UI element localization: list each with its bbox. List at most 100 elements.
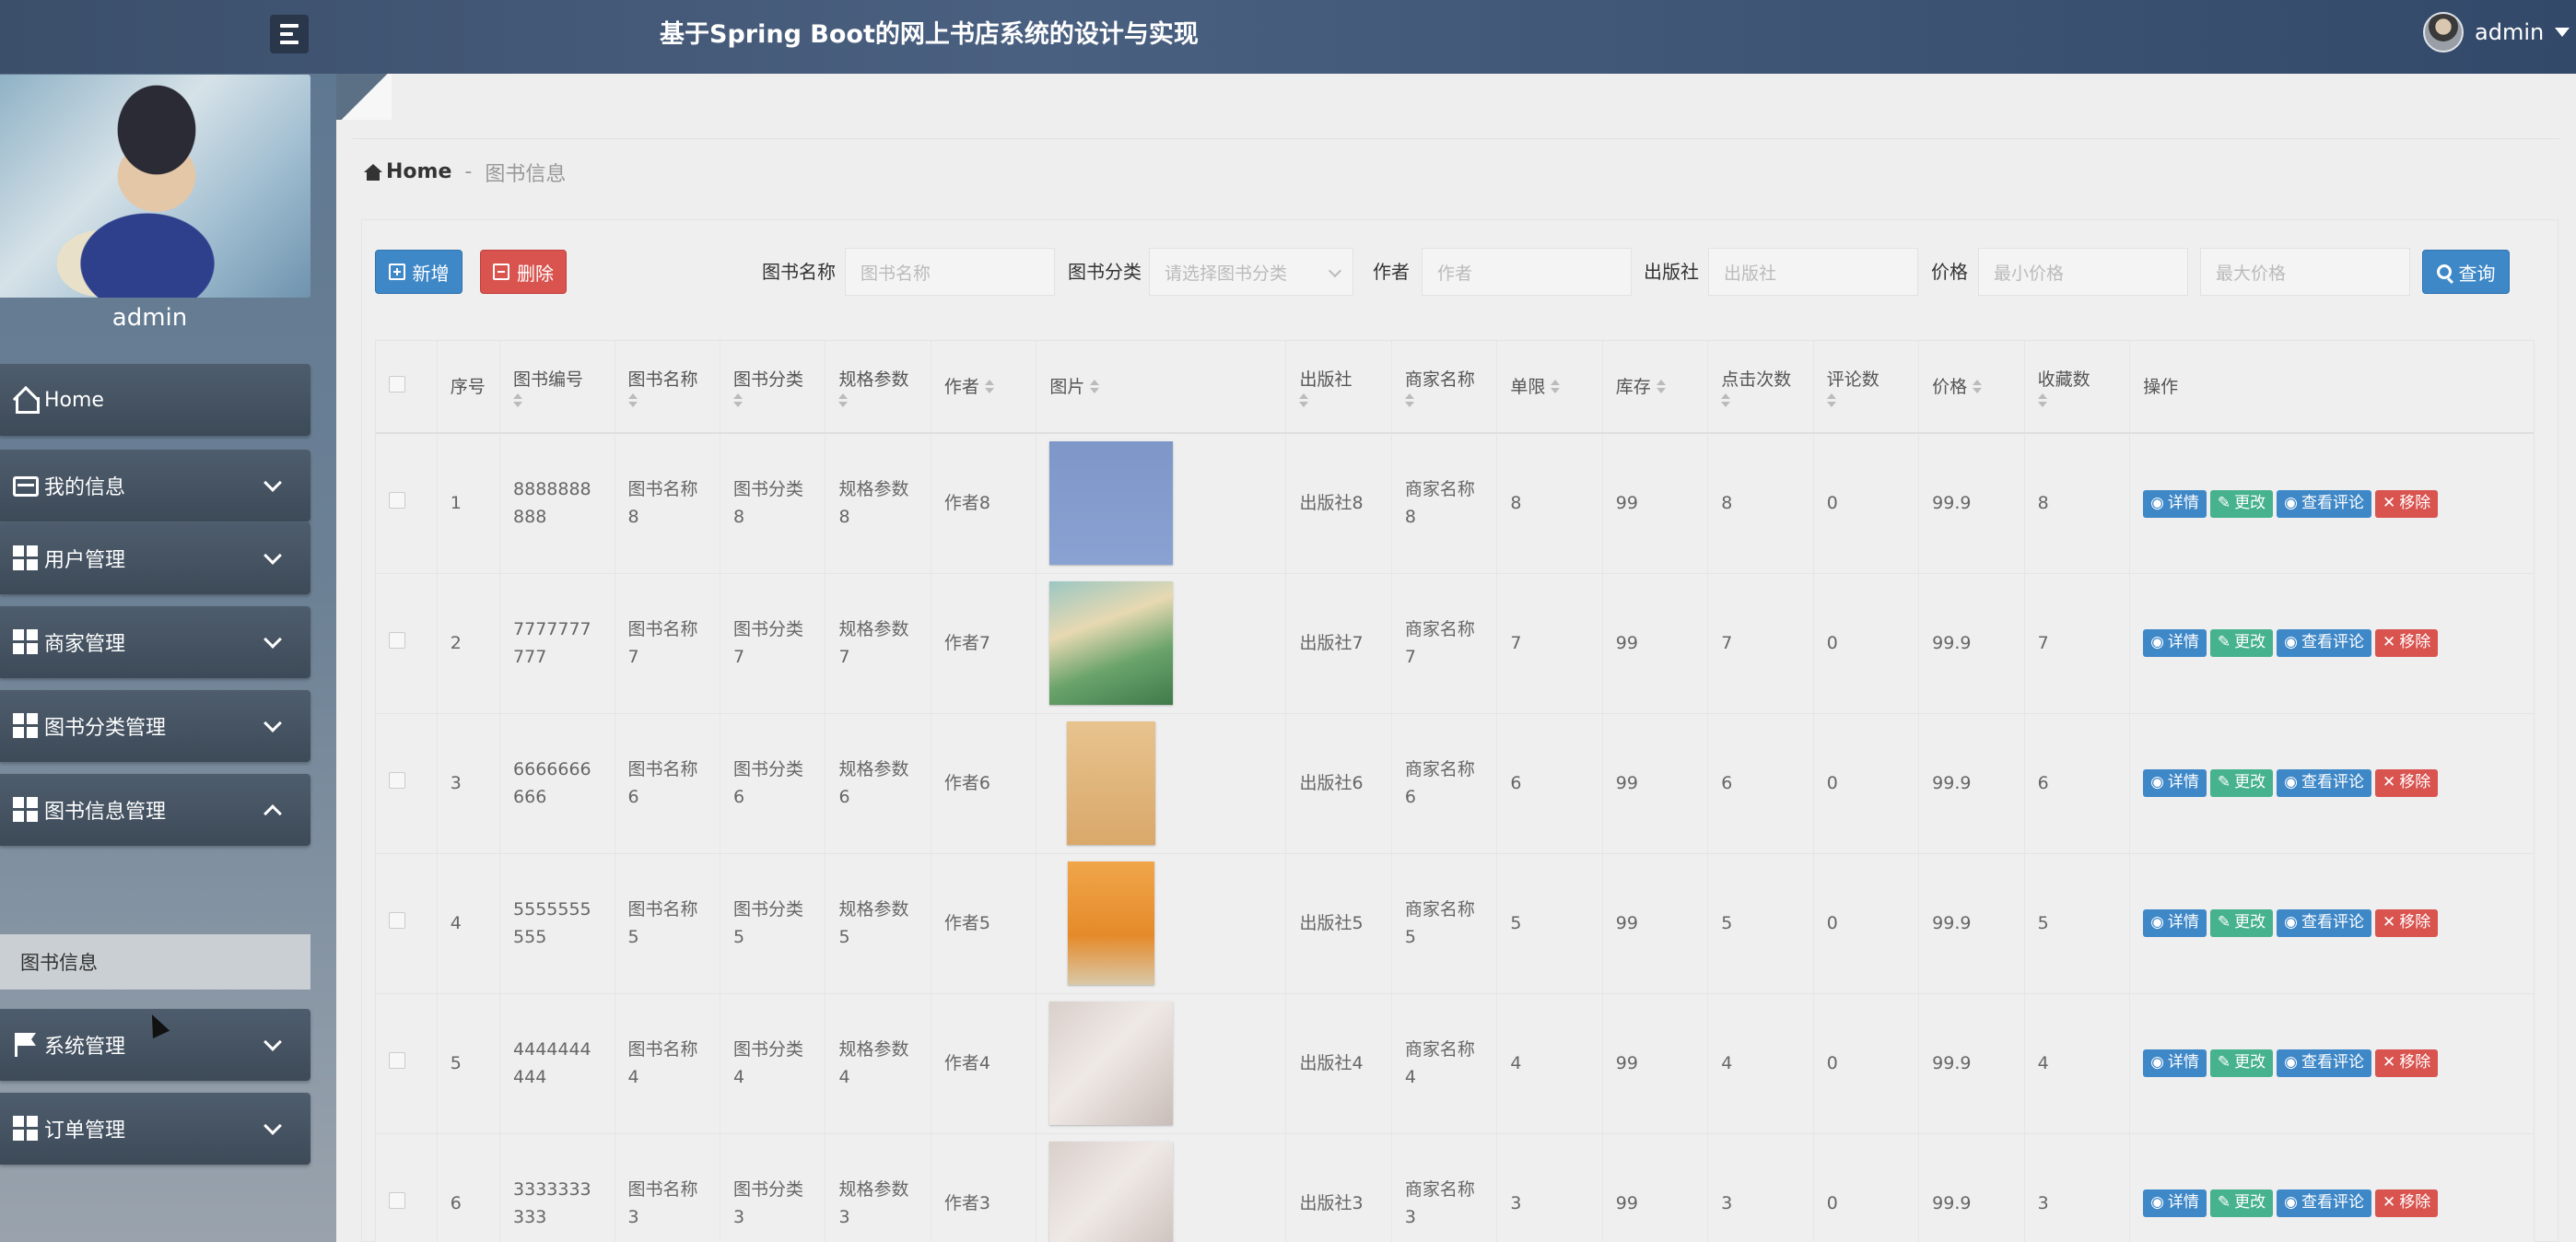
remove-button[interactable]: ✕ 移除 (2375, 909, 2439, 938)
remove-button[interactable]: ✕ 移除 (2375, 1049, 2439, 1078)
cell-select[interactable] (376, 993, 438, 1134)
grid-icon (13, 1116, 39, 1142)
sort-icon[interactable] (1551, 380, 1561, 394)
cell-select[interactable] (376, 573, 438, 714)
author-input[interactable]: 作者 (1422, 248, 1632, 296)
header-spec[interactable]: 规格参数 (825, 341, 931, 434)
header-clicks[interactable]: 点击次数 (1707, 341, 1814, 434)
remove-button[interactable]: ✕ 移除 (2375, 629, 2439, 658)
sort-icon[interactable] (732, 393, 743, 408)
edit-button[interactable]: ✎ 更改 (2209, 489, 2274, 518)
sort-icon[interactable] (1090, 380, 1100, 394)
sort-icon[interactable] (1656, 380, 1666, 394)
cell-spec: 规格参数5 (825, 853, 931, 994)
delete-button[interactable]: 删除 (480, 250, 567, 294)
checkbox[interactable] (389, 1192, 405, 1209)
avatar[interactable] (2423, 12, 2464, 53)
book-category-select[interactable]: 请选择图书分类 (1149, 248, 1353, 296)
view-comments-button[interactable]: ◉ 查看评论 (2277, 629, 2371, 658)
book-cover-image[interactable] (1067, 721, 1156, 845)
edit-button[interactable]: ✎ 更改 (2209, 1049, 2274, 1078)
sidebar-item-home[interactable]: Home (0, 364, 310, 436)
header-category[interactable]: 图书分类 (720, 341, 826, 434)
sidebar-item-my-info[interactable]: 我的信息 (0, 450, 310, 521)
cell-select[interactable] (376, 433, 438, 574)
checkbox[interactable] (389, 632, 405, 649)
book-cover-image[interactable] (1049, 441, 1174, 566)
user-name[interactable]: admin (2475, 19, 2544, 45)
view-comments-button[interactable]: ◉ 查看评论 (2277, 769, 2371, 798)
header-publisher[interactable]: 出版社 (1285, 341, 1392, 434)
remove-button[interactable]: ✕ 移除 (2375, 769, 2439, 798)
cell-select[interactable] (376, 1133, 438, 1242)
header-select-all[interactable] (376, 341, 438, 434)
edit-button[interactable]: ✎ 更改 (2209, 1189, 2274, 1218)
sidebar-item-category-management[interactable]: 图书分类管理 (0, 690, 310, 762)
sort-icon[interactable] (1721, 393, 1731, 408)
book-cover-image[interactable] (1049, 1142, 1174, 1242)
sidebar-item-user-management[interactable]: 用户管理 (0, 522, 310, 594)
header-comments[interactable]: 评论数 (1813, 341, 1920, 434)
edit-button[interactable]: ✎ 更改 (2209, 909, 2274, 938)
header-image[interactable]: 图片 (1036, 341, 1287, 434)
sidebar-item-book-management[interactable]: 图书信息管理 (0, 774, 310, 846)
header-stock[interactable]: 库存 (1602, 341, 1709, 434)
book-cover-image[interactable] (1049, 1002, 1174, 1125)
header-price[interactable]: 价格 (1918, 341, 2025, 434)
sort-icon[interactable] (1826, 393, 1836, 408)
detail-button[interactable]: ◉ 详情 (2143, 909, 2207, 938)
sort-icon[interactable] (2037, 393, 2047, 408)
sort-icon[interactable] (1404, 393, 1414, 408)
sort-icon[interactable] (984, 380, 994, 394)
detail-button[interactable]: ◉ 详情 (2143, 629, 2207, 658)
header-favorites[interactable]: 收藏数 (2024, 341, 2131, 434)
checkbox[interactable] (389, 912, 405, 929)
cell-image (1036, 433, 1287, 574)
max-price-input[interactable]: 最大价格 (2200, 248, 2410, 296)
book-cover-image[interactable] (1068, 861, 1155, 985)
user-menu[interactable]: admin (2423, 12, 2570, 53)
header-limit[interactable]: 单限 (1496, 341, 1603, 434)
caret-down-icon[interactable] (2555, 28, 2570, 37)
remove-button[interactable]: ✕ 移除 (2375, 1189, 2439, 1218)
menu-toggle-icon[interactable] (270, 15, 309, 53)
book-cover-image[interactable] (1049, 581, 1174, 705)
add-button[interactable]: 新增 (375, 250, 463, 294)
header-author[interactable]: 作者 (931, 341, 1037, 434)
sidebar-subitem-book-info[interactable]: 图书信息 (0, 934, 310, 990)
checkbox[interactable] (389, 772, 405, 789)
header-name[interactable]: 图书名称 (615, 341, 720, 434)
view-comments-button[interactable]: ◉ 查看评论 (2277, 489, 2371, 518)
cell-select[interactable] (376, 853, 438, 994)
detail-button[interactable]: ◉ 详情 (2143, 489, 2207, 518)
header-code[interactable]: 图书编号 (499, 341, 615, 434)
cell-publisher: 出版社3 (1285, 1133, 1392, 1242)
breadcrumb-home[interactable]: Home (386, 160, 451, 183)
min-price-input[interactable]: 最小价格 (1978, 248, 2188, 296)
sort-icon[interactable] (1973, 380, 1983, 394)
view-comments-button[interactable]: ◉ 查看评论 (2277, 1189, 2371, 1218)
remove-button[interactable]: ✕ 移除 (2375, 489, 2439, 518)
view-comments-button[interactable]: ◉ 查看评论 (2277, 1049, 2371, 1078)
sort-icon[interactable] (513, 393, 523, 408)
sort-icon[interactable] (1299, 393, 1309, 408)
header-merchant[interactable]: 商家名称 (1391, 341, 1498, 434)
edit-button[interactable]: ✎ 更改 (2209, 629, 2274, 658)
search-button[interactable]: 查询 (2422, 250, 2510, 294)
detail-button[interactable]: ◉ 详情 (2143, 1049, 2207, 1078)
sidebar-item-order-management[interactable]: 订单管理 (0, 1093, 310, 1165)
checkbox[interactable] (389, 375, 405, 393)
cell-select[interactable] (376, 713, 438, 854)
sort-icon[interactable] (627, 393, 638, 408)
sidebar-item-merchant-management[interactable]: 商家管理 (0, 606, 310, 678)
checkbox[interactable] (389, 1052, 405, 1069)
detail-button[interactable]: ◉ 详情 (2143, 1189, 2207, 1218)
detail-button[interactable]: ◉ 详情 (2143, 769, 2207, 798)
publisher-input[interactable]: 出版社 (1708, 248, 1918, 296)
book-name-input[interactable]: 图书名称 (845, 248, 1055, 296)
sort-icon[interactable] (838, 393, 849, 408)
checkbox[interactable] (389, 492, 405, 510)
edit-button[interactable]: ✎ 更改 (2209, 769, 2274, 798)
home-icon[interactable] (364, 163, 382, 181)
view-comments-button[interactable]: ◉ 查看评论 (2277, 909, 2371, 938)
